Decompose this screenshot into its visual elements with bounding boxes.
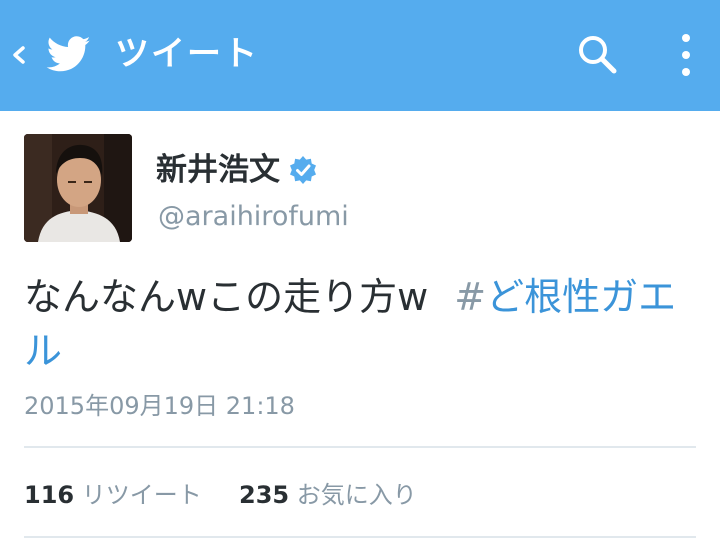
top-app-bar: ツイート	[0, 0, 720, 111]
tweet-text-main: なんなんwこの走り方w	[24, 275, 429, 319]
divider	[24, 446, 696, 448]
tweet-text: なんなんwこの走り方w #ど根性ガエル	[24, 270, 700, 378]
verified-badge-icon	[290, 156, 316, 184]
retweet-label[interactable]: リツイート	[82, 481, 202, 509]
author-handle[interactable]: @araihirofumi	[158, 199, 349, 235]
avatar-photo	[24, 134, 132, 242]
divider	[24, 536, 696, 538]
retweet-count[interactable]: 116	[24, 481, 74, 509]
tweet-stats: 116 リツイート 235 お気に入り	[24, 478, 417, 512]
favorite-count[interactable]: 235	[239, 481, 289, 509]
tweet-timestamp: 2015年09月19日 21:18	[24, 392, 295, 420]
page-title: ツイート	[115, 34, 259, 74]
search-icon[interactable]	[576, 33, 618, 75]
chevron-left-icon[interactable]	[10, 40, 28, 70]
hashtag-symbol[interactable]: #	[454, 275, 486, 319]
favorite-label[interactable]: お気に入り	[297, 481, 417, 509]
more-vertical-icon[interactable]	[678, 32, 694, 78]
author-name[interactable]: 新井浩文	[156, 150, 318, 190]
avatar[interactable]	[24, 134, 132, 242]
author-name-text: 新井浩文	[156, 152, 280, 188]
twitter-bird-icon[interactable]	[44, 32, 94, 76]
